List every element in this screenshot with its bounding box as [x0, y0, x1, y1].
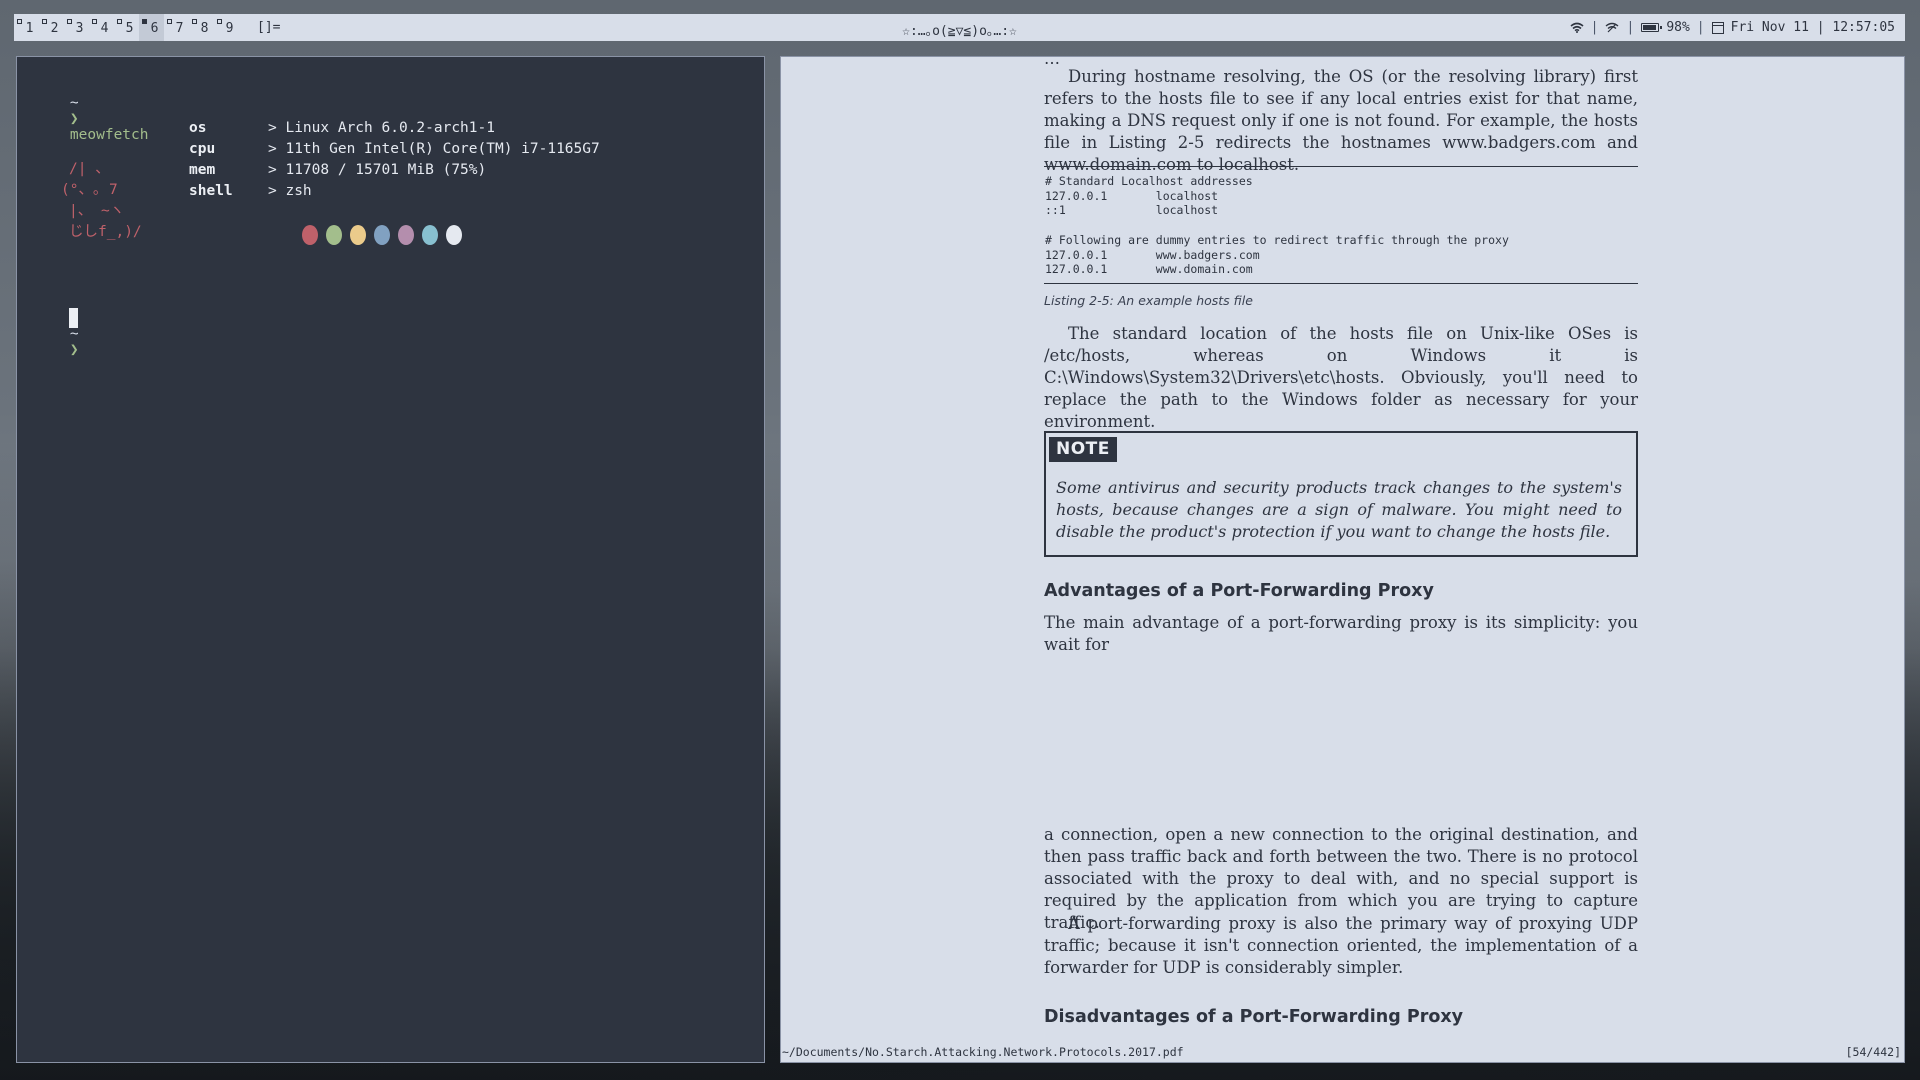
fetch-key-mem: mem	[189, 162, 216, 178]
paragraph: During hostname resolving, the OS (or th…	[1044, 67, 1638, 174]
fetch-value-cpu: > 11th Gen Intel(R) Core(TM) i7-1165G7	[268, 141, 600, 157]
workspace-1[interactable]: 1	[14, 14, 39, 41]
workspace-4[interactable]: 4	[89, 14, 114, 41]
paragraph: A port-forwarding proxy is also the prim…	[1044, 914, 1638, 977]
fetch-value-shell: > zsh	[268, 183, 312, 199]
command-text: meowfetch	[69, 127, 149, 143]
paragraph: The main advantage of a port-forwarding …	[1044, 613, 1638, 654]
fetch-value-mem: > 11708 / 15701 MiB (75%)	[268, 162, 487, 178]
ascii-cat-line: じしf_,)/	[69, 224, 142, 240]
separator: |	[1696, 20, 1705, 35]
workspace-number: 4	[100, 21, 109, 36]
prompt-dir: ~	[69, 95, 79, 111]
listing-rule-bottom	[1044, 283, 1638, 284]
code-line: # Standard Localhost addresses	[1045, 174, 1253, 188]
prompt-arrow: ❯	[69, 111, 79, 127]
code-line: ::1 localhost	[1045, 203, 1219, 218]
workspace-indicator-icon	[142, 19, 147, 24]
fetch-key-os: os	[189, 120, 207, 136]
workspace-indicator-icon	[217, 19, 222, 24]
workspace-number: 5	[125, 21, 134, 36]
code-listing: # Standard Localhost addresses 127.0.0.1 …	[1045, 174, 1509, 277]
color-swatch	[326, 225, 342, 245]
workspace-number: 8	[200, 21, 209, 36]
text-cursor	[69, 308, 78, 328]
ascii-cat-line: (°、｡ 7	[61, 182, 118, 198]
battery-icon	[1641, 23, 1663, 32]
color-swatch	[374, 225, 390, 245]
workspace-2[interactable]: 2	[39, 14, 64, 41]
status-bar: 123456789 []= ☆:…｡o(≧▽≦)o｡…:☆ | | 98% | …	[14, 14, 1905, 41]
code-line: # Following are dummy entries to redirec…	[1045, 232, 1509, 247]
layout-indicator[interactable]: []=	[249, 14, 288, 41]
note-label: NOTE	[1049, 437, 1117, 462]
separator: |	[1626, 20, 1635, 35]
workspace-indicator-icon	[167, 19, 172, 24]
status-tray: | | 98% | Fri Nov 11 | 12:57:05	[1570, 20, 1905, 35]
workspace-9[interactable]: 9	[214, 14, 239, 41]
code-line: 127.0.0.1 www.badgers.com	[1045, 247, 1260, 262]
fetch-value-os: > Linux Arch 6.0.2-arch1-1	[268, 120, 495, 136]
note-box: NOTE Some antivirus and security product…	[1044, 431, 1638, 557]
ascii-cat-line: |、 ~ヽ	[69, 203, 125, 219]
terminal-window[interactable]: ~ ❯ meowfetch /| 、 (°、｡ 7 |、 ~ヽ じしf_,)/ …	[16, 56, 765, 1063]
code-line: 127.0.0.1 www.domain.com	[1045, 262, 1253, 277]
wifi-icon[interactable]	[1570, 22, 1584, 33]
section-heading: Advantages of a Port-Forwarding Proxy	[1044, 581, 1434, 601]
page-indicator: [54/442]	[1845, 1045, 1901, 1059]
workspace-number: 9	[225, 21, 234, 36]
workspace-5[interactable]: 5	[114, 14, 139, 41]
file-path: ~/Documents/No.Starch.Attacking.Network.…	[782, 1045, 1184, 1059]
fetch-key-shell: shell	[189, 183, 233, 199]
workspace-number: 7	[175, 21, 184, 36]
pdf-statusline: ~/Documents/No.Starch.Attacking.Network.…	[781, 1044, 1904, 1062]
workspace-number: 6	[150, 21, 159, 36]
code-line: 127.0.0.1 localhost	[1045, 188, 1219, 203]
paragraph: The standard location of the hosts file …	[1044, 324, 1638, 431]
workspace-number: 3	[75, 21, 84, 36]
color-palette	[302, 225, 462, 245]
color-swatch	[350, 225, 366, 245]
workspace-list: 1 2 3 4 5 6 7 8 9	[14, 14, 239, 41]
workspace-7[interactable]: 7	[164, 14, 189, 41]
network-icon[interactable]	[1605, 22, 1619, 33]
color-swatch	[446, 225, 462, 245]
workspace-indicator-icon	[17, 19, 22, 24]
workspace-indicator-icon	[42, 19, 47, 24]
separator: |	[1590, 20, 1599, 35]
workspace-number: 1	[25, 21, 34, 36]
workspace-indicator-icon	[92, 19, 97, 24]
workspace-number: 2	[50, 21, 59, 36]
listing-caption: Listing 2-5: An example hosts file	[1044, 293, 1253, 308]
prompt-arrow: ❯	[69, 342, 79, 358]
battery-level: 98%	[1666, 20, 1690, 35]
note-text: Some antivirus and security products tra…	[1056, 478, 1622, 541]
workspace-indicator-icon	[192, 19, 197, 24]
ascii-cat-line: /| 、	[69, 161, 110, 177]
color-swatch	[302, 225, 318, 245]
fetch-key-cpu: cpu	[189, 141, 216, 157]
clock[interactable]: Fri Nov 11 | 12:57:05	[1731, 20, 1895, 35]
calendar-icon	[1711, 21, 1724, 34]
workspace-indicator-icon	[117, 19, 122, 24]
pdf-viewer[interactable]: … During hostname resolving, the OS (or …	[780, 56, 1905, 1063]
workspace-indicator-icon	[67, 19, 72, 24]
workspace-3[interactable]: 3	[64, 14, 89, 41]
section-heading: Disadvantages of a Port-Forwarding Proxy	[1044, 1007, 1464, 1027]
prompt-line-1: ~ ❯ meowfetch	[35, 79, 149, 159]
color-swatch	[398, 225, 414, 245]
workspace-6[interactable]: 6	[139, 14, 164, 41]
color-swatch	[422, 225, 438, 245]
listing-rule-top	[1044, 166, 1638, 167]
workspace-8[interactable]: 8	[189, 14, 214, 41]
prompt-dir: ~	[69, 326, 79, 342]
